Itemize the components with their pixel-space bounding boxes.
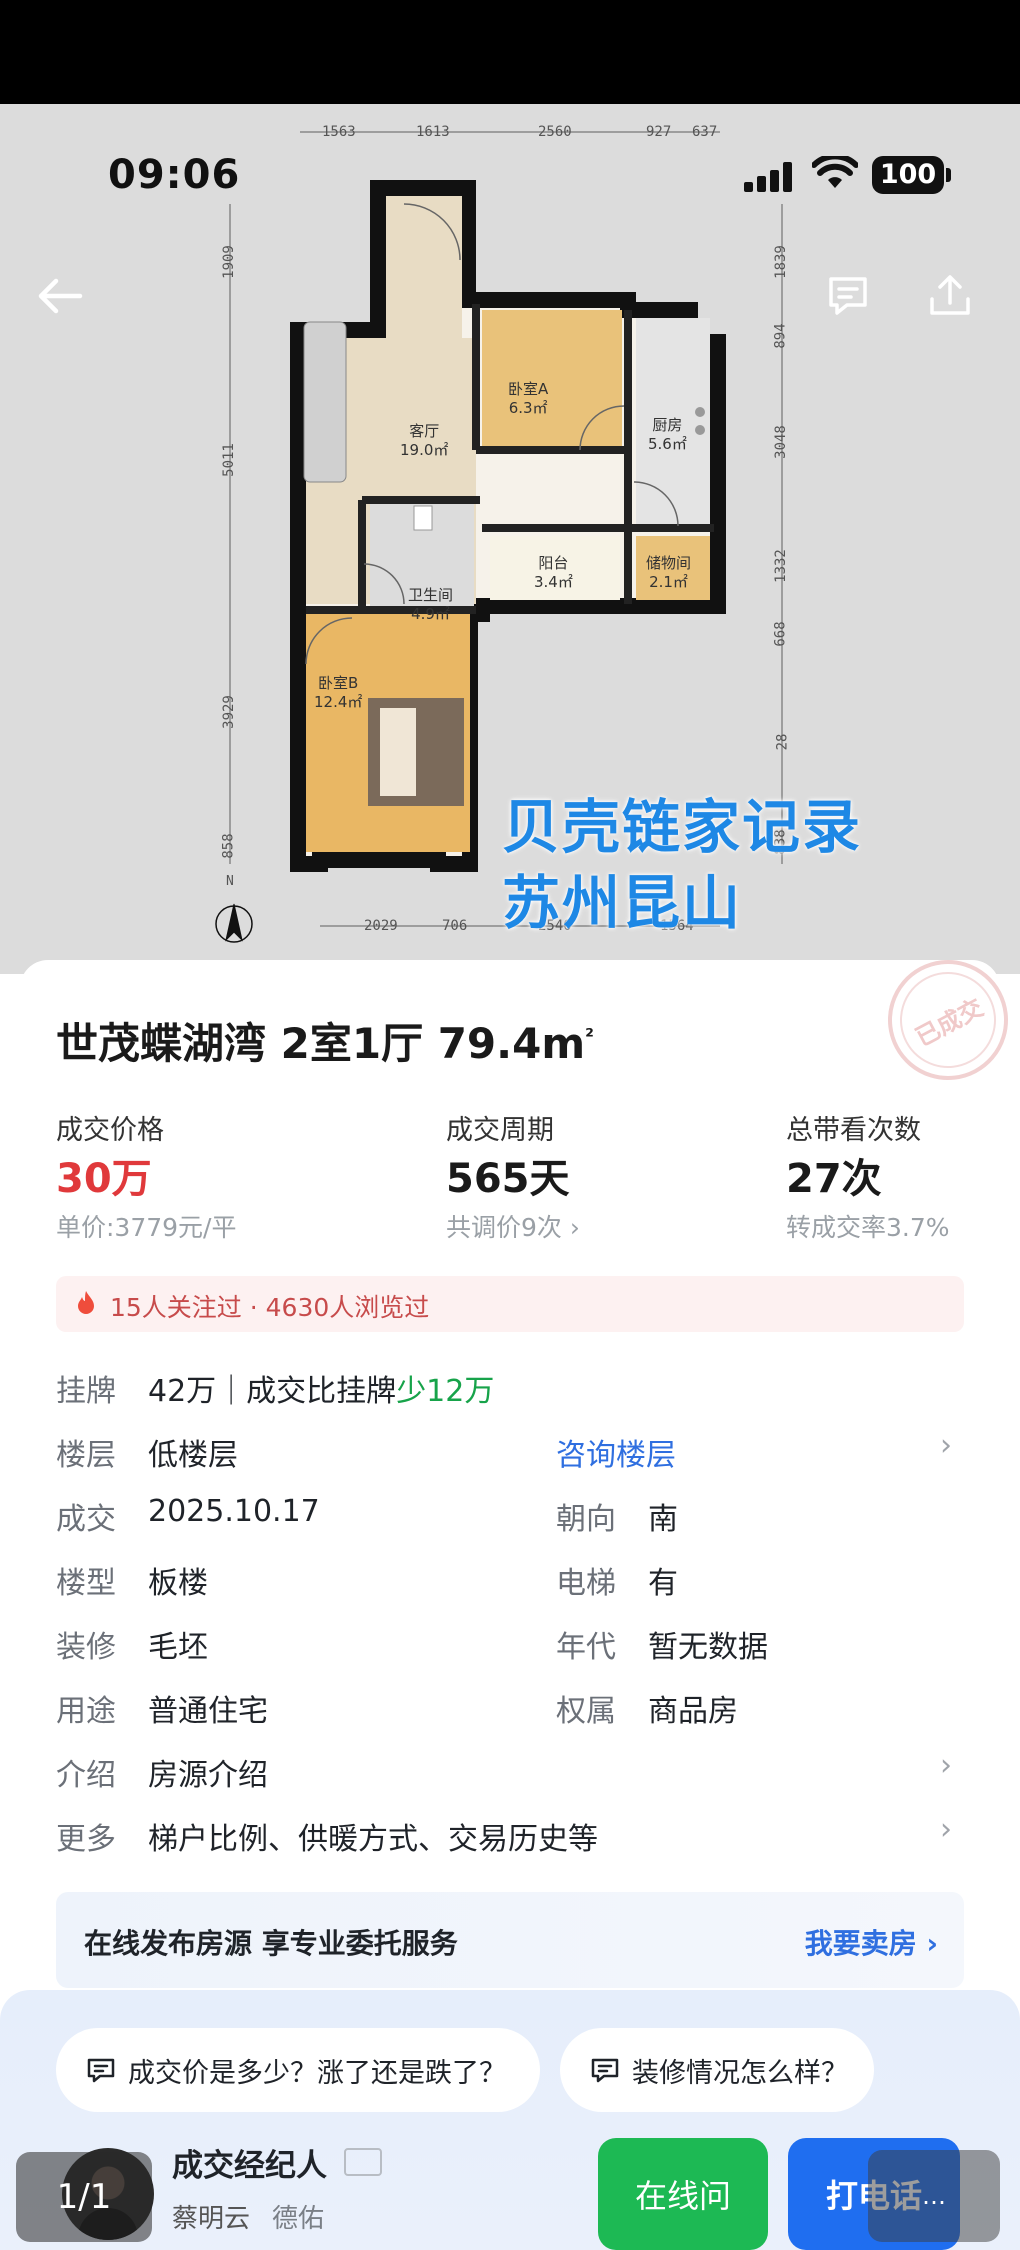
question-chip-price[interactable]: 成交价是多少？涨了还是跌了？ [56,2028,540,2112]
room-label-kitchen: 厨房 5.6㎡ [648,416,687,453]
row-label-building-type: 楼型 [56,1566,116,1601]
consult-floor-link[interactable]: 咨询楼层 [556,1430,676,1474]
question-bubble-icon [591,2058,619,2083]
question-chip-decoration[interactable]: 装修情况怎么样？ [560,2028,874,2112]
dim-top-4: 927 [646,124,672,140]
dim-bottom-1: 2029 [364,918,398,934]
overlay-pill: … [868,2150,1000,2242]
dim-right-3: 3048 [772,425,789,459]
sell-banner[interactable]: 在线发布房源 享专业委托服务 我要卖房 › [56,1892,964,1988]
arrow-left-icon [38,278,83,314]
share-button[interactable] [918,264,982,328]
wifi-icon [811,153,859,196]
row-value-decoration: 毛坯 [148,1630,208,1665]
dim-left-2: 5011 [220,443,237,477]
watermark-line-2: 苏州昆山 [502,869,743,937]
chevron-right-icon[interactable]: › [940,1812,952,1847]
floorplan-hero[interactable]: 客厅 19.0㎡ 卧室A 6.3㎡ 厨房 5.6㎡ 阳台 3.4㎡ 储物间 2.1㎡ 卫生… [0,104,1020,974]
row-label-more: 更多 [56,1822,116,1857]
stat-value-price: 30万 [56,1156,152,1202]
attention-text: 15人关注过 · 4630人浏览过 [110,1293,430,1322]
agent-title: 成交经纪人 [172,2148,327,2184]
chevron-right-icon[interactable]: › [940,1748,952,1783]
page-indicator: 1/1 [16,2152,152,2242]
dim-right-4: 1332 [772,549,789,583]
row-label-usage: 用途 [56,1694,116,1729]
chip-label: 装修情况怎么样？ [632,2057,848,2089]
dim-top-2: 1613 [416,124,450,140]
more-info-link[interactable]: 梯户比例、供暖方式、交易历史等 [148,1814,598,1858]
room-label-bathroom: 卫生间 4.9㎡ [408,586,454,623]
stat-label-views: 总带看次数 [786,1115,921,1146]
stat-label-price: 成交价格 [56,1115,164,1146]
dim-left-4: 858 [220,833,237,859]
share-icon [930,275,970,315]
row-label-intro: 介绍 [56,1758,116,1793]
row-label-listing: 挂牌 [56,1374,116,1409]
row-label-decoration: 装修 [56,1630,116,1665]
row-label-orientation: 朝向 [556,1502,616,1537]
id-card-icon[interactable] [344,2148,382,2176]
chip-label: 成交价是多少？涨了还是跌了？ [128,2057,506,2089]
row-label-elevator: 电梯 [556,1566,616,1601]
row-value-ownership: 商品房 [648,1694,738,1729]
room-label-bedroom-b: 卧室B 12.4㎡ [314,674,363,711]
agent-company: 德佑 [272,2204,325,2234]
banner-text: 在线发布房源 享专业委托服务 [84,1927,458,1960]
row-value-usage: 普通住宅 [148,1694,268,1729]
dim-right-6: 28 [774,733,791,751]
room-label-living: 客厅 19.0㎡ [400,422,449,459]
dim-left-3: 3929 [220,695,237,729]
dim-right-2: 894 [772,323,789,349]
dim-right-5: 668 [772,621,789,647]
row-value-deal-date: 2025.10.17 [148,1494,320,1529]
row-value-elevator: 有 [648,1566,678,1601]
row-label-ownership: 权属 [556,1694,616,1729]
listing-title: 世茂蝶湖湾 2室1厅 79.4m² [56,1019,594,1068]
attention-bar: 15人关注过 · 4630人浏览过 [56,1276,964,1332]
row-label-year: 年代 [556,1630,616,1665]
dim-right-1: 1839 [772,245,789,279]
online-ask-button[interactable]: 在线问 [598,2138,768,2250]
question-bubble-icon [87,2058,115,2083]
feedback-button[interactable] [816,264,880,328]
back-button[interactable] [28,264,92,328]
row-value-orientation: 南 [648,1502,678,1537]
watermark-line-1: 贝壳链家记录 [502,793,863,861]
compass-label: N [226,874,234,889]
price-adjust-link[interactable]: 共调价9次 › [446,1208,580,1244]
message-icon [829,277,867,315]
stat-value-cycle: 565天 [446,1156,570,1202]
status-time: 09:06 [108,152,241,198]
row-value-building-type: 板楼 [148,1566,208,1601]
dim-left-1: 1909 [220,245,237,279]
room-label-balcony: 阳台 3.4㎡ [534,554,573,591]
room-label-storage: 储物间 2.1㎡ [646,554,692,591]
row-value-listing: 42万｜成交比挂牌少12万 [148,1374,495,1409]
flame-icon [78,1291,94,1314]
stat-label-cycle: 成交周期 [446,1115,554,1146]
stat-value-views: 27次 [786,1156,882,1202]
row-label-deal-date: 成交 [56,1502,116,1537]
battery-icon: 100 [872,156,951,194]
signal-icon [744,160,794,192]
stat-sub-price: 单价:3779元/平 [56,1213,237,1242]
dim-bottom-2: 706 [442,918,468,934]
agent-name: 蔡明云 [172,2204,251,2234]
sell-house-link[interactable]: 我要卖房 › [805,1922,938,1962]
intro-link[interactable]: 房源介绍 [148,1750,268,1794]
row-value-floor: 低楼层 [148,1438,238,1473]
stat-sub-views: 转成交率3.7% [786,1213,950,1242]
chevron-right-icon[interactable]: › [940,1428,952,1463]
dim-top-1: 1563 [322,124,356,140]
top-black-bar [0,0,1020,104]
dim-top-3: 2560 [538,124,572,140]
dim-top-5: 637 [692,124,718,140]
row-value-year: 暂无数据 [648,1630,768,1665]
row-label-floor: 楼层 [56,1438,116,1473]
room-label-bedroom-a: 卧室A 6.3㎡ [508,380,549,417]
